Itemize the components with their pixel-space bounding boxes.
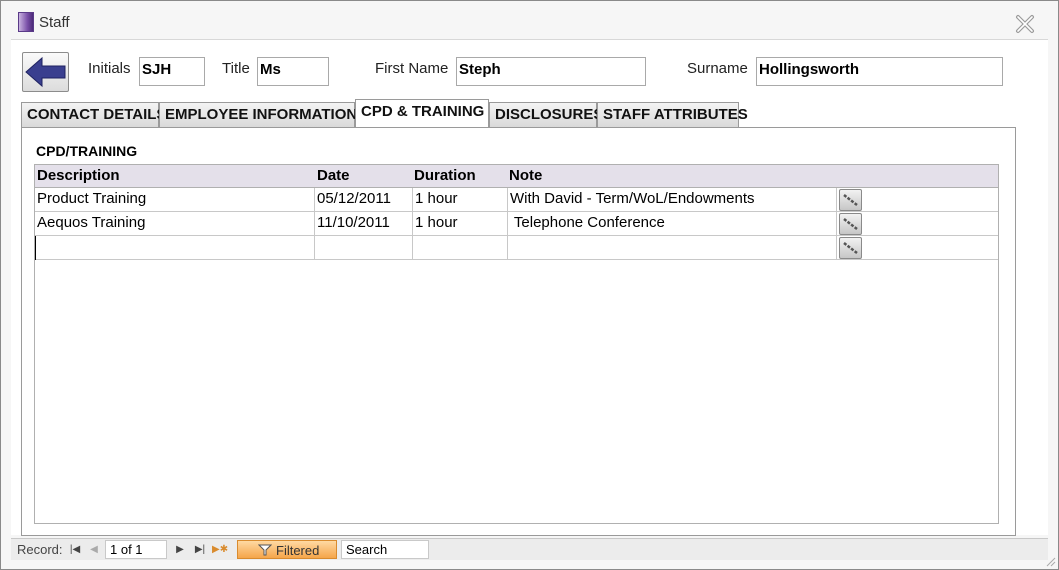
- record-position-field[interactable]: 1 of 1: [105, 540, 167, 559]
- initials-field[interactable]: SJH: [139, 57, 205, 86]
- attachment-icon: [843, 194, 858, 206]
- column-header-note[interactable]: Note: [509, 167, 542, 184]
- table-row: Aequos Training 11/10/2011 1 hour Teleph…: [35, 212, 998, 236]
- note-cell[interactable]: [508, 236, 837, 260]
- title-bar: Staff: [1, 1, 1058, 37]
- surname-label: Surname: [687, 60, 748, 77]
- date-cell[interactable]: [315, 236, 413, 260]
- grid-header: Description Date Duration Note: [35, 165, 998, 188]
- first-name-field[interactable]: Steph: [456, 57, 646, 86]
- new-record-icon[interactable]: ▶✱: [212, 542, 228, 557]
- tab-contact-details[interactable]: CONTACT DETAILS: [21, 102, 166, 127]
- back-arrow-icon: [25, 56, 66, 88]
- staff-form: Initials SJH Title Ms First Name Steph S…: [11, 39, 1048, 536]
- record-navigation-bar: Record: |◀ ◀ 1 of 1 ▶ ▶| ▶✱ Filtered Sea…: [11, 538, 1048, 560]
- new-record-row: [35, 236, 998, 260]
- duration-cell[interactable]: 1 hour: [413, 188, 508, 212]
- filter-status: Filtered: [276, 543, 320, 558]
- title-field[interactable]: Ms: [257, 57, 329, 86]
- resize-grip-icon[interactable]: [1046, 557, 1056, 567]
- description-cell[interactable]: [35, 236, 315, 260]
- training-grid: Description Date Duration Note Product T…: [34, 164, 999, 524]
- duration-cell[interactable]: 1 hour: [413, 212, 508, 236]
- search-input[interactable]: Search: [341, 540, 429, 559]
- table-row: Product Training 05/12/2011 1 hour With …: [35, 188, 998, 212]
- previous-record-icon[interactable]: ◀: [87, 542, 101, 557]
- last-record-icon[interactable]: ▶|: [193, 542, 207, 557]
- attachment-button[interactable]: [839, 237, 862, 259]
- attachment-icon: [843, 242, 858, 254]
- attachment-button[interactable]: [839, 189, 862, 211]
- tab-cpd-training[interactable]: CPD & TRAINING: [355, 99, 489, 127]
- description-cell[interactable]: Product Training: [35, 188, 315, 212]
- column-header-date[interactable]: Date: [317, 167, 350, 184]
- app-icon: [18, 12, 34, 32]
- window-title: Staff: [39, 14, 70, 31]
- section-title: CPD/TRAINING: [36, 143, 138, 159]
- first-name-label: First Name: [375, 60, 449, 77]
- note-cell[interactable]: With David - Term/WoL/Endowments: [508, 188, 837, 212]
- tab-disclosures[interactable]: DISCLOSURES: [489, 102, 603, 127]
- date-cell[interactable]: 05/12/2011: [315, 188, 413, 212]
- initials-label: Initials: [88, 60, 131, 77]
- tab-employee-information[interactable]: EMPLOYEE INFORMATION: [159, 102, 357, 127]
- tab-staff-attributes[interactable]: STAFF ATTRIBUTES: [597, 102, 748, 127]
- title-label: Title: [222, 60, 250, 77]
- surname-field[interactable]: Hollingsworth: [756, 57, 1003, 86]
- filter-toggle-button[interactable]: Filtered: [237, 540, 337, 559]
- description-cell[interactable]: Aequos Training: [35, 212, 315, 236]
- column-header-description[interactable]: Description: [37, 167, 120, 184]
- record-label: Record:: [17, 542, 63, 557]
- attachment-button[interactable]: [839, 213, 862, 235]
- date-cell[interactable]: 11/10/2011: [315, 212, 413, 236]
- back-button[interactable]: [22, 52, 69, 92]
- note-cell[interactable]: Telephone Conference: [508, 212, 837, 236]
- filter-icon: [258, 544, 272, 556]
- staff-window: Staff Initials SJH Title Ms First Name S…: [0, 0, 1059, 570]
- attachment-icon: [843, 218, 858, 230]
- column-header-duration[interactable]: Duration: [414, 167, 476, 184]
- next-record-icon[interactable]: ▶: [173, 542, 187, 557]
- close-icon[interactable]: [1014, 13, 1036, 35]
- first-record-icon[interactable]: |◀: [68, 542, 82, 557]
- duration-cell[interactable]: [413, 236, 508, 260]
